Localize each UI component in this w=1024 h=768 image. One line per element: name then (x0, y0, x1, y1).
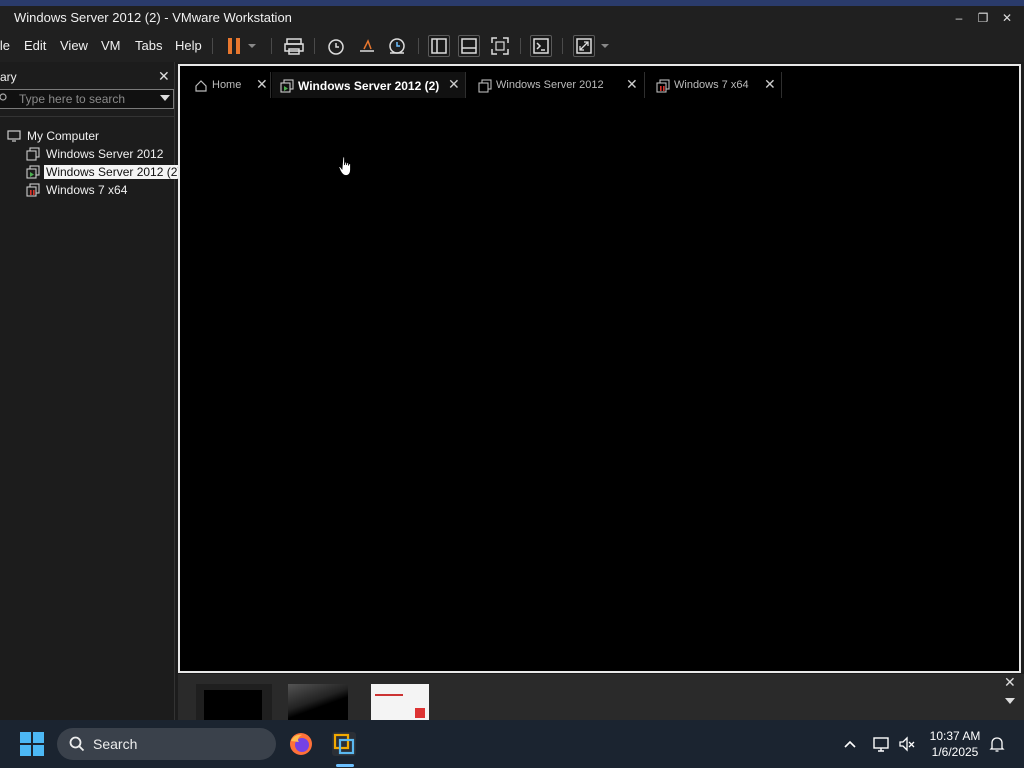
vm-off-icon (26, 147, 40, 161)
menu-view[interactable]: View (60, 38, 88, 53)
tree-item-vm[interactable]: Windows Server 2012 (0, 145, 174, 163)
vm-running-icon (26, 165, 40, 179)
vm-running-icon (280, 79, 294, 93)
minimize-button[interactable]: – (948, 9, 970, 27)
tab-close-icon[interactable]: ✕ (764, 76, 776, 93)
tab-home[interactable]: Home ✕ (186, 72, 271, 98)
hand-cursor-icon (338, 156, 351, 176)
menu-tabs[interactable]: Tabs (135, 38, 162, 53)
toolbar-separator (212, 38, 213, 54)
menu-and-toolbar: File Edit View VM Tabs Help (0, 30, 1024, 62)
vm-console-screen[interactable] (178, 64, 1021, 673)
search-placeholder: Type here to search (19, 92, 126, 106)
close-window-button[interactable]: ✕ (996, 9, 1018, 27)
tab-close-icon[interactable]: ✕ (448, 76, 460, 93)
tab-close-icon[interactable]: ✕ (256, 76, 268, 93)
take-snapshot-icon[interactable] (325, 35, 347, 57)
stretch-menu-chevron-down-icon[interactable] (598, 35, 612, 57)
system-clock[interactable]: 10:37 AM 1/6/2025 (920, 728, 990, 760)
pause-icon[interactable] (223, 35, 245, 57)
vm-paused-icon (26, 183, 40, 197)
window-title: Windows Server 2012 (2) - VMware Worksta… (14, 10, 292, 25)
notification-bell-icon[interactable] (987, 734, 1007, 754)
console-view-icon[interactable] (530, 35, 552, 57)
home-icon (195, 80, 207, 92)
windows-start-icon[interactable] (20, 732, 44, 756)
clock-time: 10:37 AM (929, 729, 981, 743)
search-icon (0, 93, 7, 101)
library-header: Library ✕ (0, 68, 174, 86)
maximize-button[interactable]: ❐ (972, 9, 994, 27)
menu-vm[interactable]: VM (101, 38, 121, 53)
tab-close-icon[interactable]: ✕ (626, 76, 638, 93)
taskbar-search-box[interactable]: Search (57, 728, 276, 760)
library-panel: Library ✕ Type here to search My Compute… (0, 62, 184, 720)
revert-snapshot-icon[interactable] (356, 35, 378, 57)
vm-thumbnail[interactable] (371, 684, 429, 720)
toolbar-separator (271, 38, 272, 54)
taskbar-search-label: Search (93, 736, 138, 752)
tree-item-vm[interactable]: Windows 7 x64 (0, 181, 174, 199)
thumbnail-bar: ✕ (178, 674, 1024, 720)
clock-date: 1/6/2025 (931, 745, 979, 759)
tab-windows-server-2012-2[interactable]: Windows Server 2012 (2) ✕ (272, 72, 466, 98)
windows-taskbar: Search 10:37 AM 1/6/2025 (0, 720, 1024, 768)
search-dropdown-chevron-down-icon[interactable] (160, 95, 170, 101)
show-library-icon[interactable] (428, 35, 450, 57)
tab-windows-server-2012[interactable]: Windows Server 2012 ✕ (470, 72, 645, 98)
vmware-window: Windows Server 2012 (2) - VMware Worksta… (0, 0, 1024, 720)
close-library-icon[interactable]: ✕ (158, 68, 170, 85)
menu-edit[interactable]: Edit (24, 38, 46, 53)
vm-thumbnail[interactable] (288, 684, 348, 720)
computer-icon (7, 130, 21, 142)
vm-tab-bar: Home ✕ Windows Server 2012 (2) ✕ Windows… (180, 66, 1018, 100)
toolbar-separator (520, 38, 521, 54)
full-screen-icon[interactable] (489, 35, 511, 57)
vmware-workstation-icon[interactable] (328, 728, 360, 760)
menu-help[interactable]: Help (175, 38, 202, 53)
show-thumbnail-bar-icon[interactable] (458, 35, 480, 57)
library-title: Library (0, 70, 17, 84)
close-thumbnail-bar-icon[interactable]: ✕ (1004, 674, 1016, 691)
snapshot-manager-icon[interactable] (386, 35, 408, 57)
stretch-guest-icon[interactable] (573, 35, 595, 57)
power-menu-chevron-down-icon[interactable] (245, 35, 259, 57)
menu-file[interactable]: File (0, 38, 10, 53)
send-ctrl-alt-del-icon[interactable] (283, 35, 305, 57)
vm-thumbnail[interactable] (196, 684, 272, 720)
toolbar-separator (418, 38, 419, 54)
firefox-icon[interactable] (285, 728, 317, 760)
title-bar: Windows Server 2012 (2) - VMware Worksta… (0, 6, 1024, 30)
vm-off-icon (478, 79, 492, 93)
tab-windows-7-x64[interactable]: Windows 7 x64 ✕ (648, 72, 782, 98)
tree-item-my-computer[interactable]: My Computer (0, 127, 174, 145)
library-search-input[interactable]: Type here to search (0, 89, 174, 109)
active-app-indicator (336, 764, 354, 767)
vm-paused-icon (656, 79, 670, 93)
network-icon[interactable] (871, 734, 891, 754)
library-tree: My Computer Windows Server 2012 Windows … (0, 116, 184, 717)
toolbar-separator (314, 38, 315, 54)
tree-item-vm[interactable]: Windows Server 2012 (2) (0, 163, 184, 181)
volume-muted-icon[interactable] (897, 734, 917, 754)
search-icon (69, 736, 85, 752)
chevron-up-icon[interactable] (840, 734, 860, 754)
thumbnail-bar-chevron-down-icon[interactable] (1005, 698, 1015, 704)
toolbar-separator (562, 38, 563, 54)
